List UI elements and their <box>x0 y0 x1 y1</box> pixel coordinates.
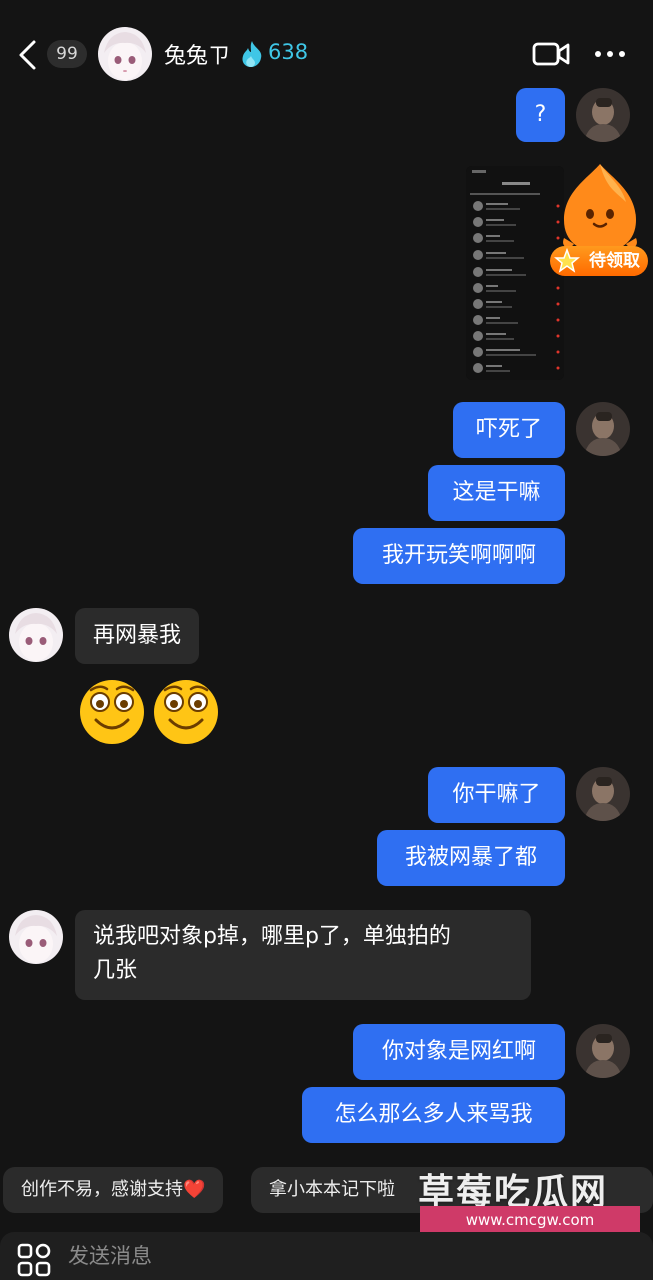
my-message-bubble[interactable]: 你干嘛了 <box>428 767 565 823</box>
video-call-icon[interactable] <box>532 38 570 70</box>
contact-name[interactable]: 兔兔ㄗ <box>164 38 230 70</box>
reward-pending-label: 待领取 <box>589 251 640 271</box>
more-options-icon[interactable] <box>590 40 630 68</box>
message-line: 说我吧对象p掉，哪里p了，单独拍的 <box>93 924 451 949</box>
my-message-bubble[interactable]: ? <box>516 88 565 142</box>
my-message-bubble[interactable]: 我被网暴了都 <box>377 830 565 886</box>
spark-count: 638 <box>268 40 309 64</box>
heart-emoji: ❤️ <box>183 1179 206 1200</box>
unread-count-badge[interactable]: 99 <box>47 40 87 68</box>
sweet-smile-emoji-icon[interactable] <box>150 674 222 746</box>
message-input[interactable] <box>68 1244 608 1268</box>
contact-avatar[interactable] <box>9 608 63 662</box>
my-message-bubble[interactable]: 吓死了 <box>453 402 565 458</box>
spark-icon <box>242 41 262 67</box>
my-avatar[interactable] <box>576 88 630 142</box>
my-avatar[interactable] <box>576 767 630 821</box>
my-message-bubble[interactable]: 怎么那么多人来骂我 <box>302 1087 565 1143</box>
my-message-bubble[interactable]: 这是干嘛 <box>428 465 565 521</box>
my-avatar[interactable] <box>576 402 630 456</box>
their-message-bubble[interactable]: 再网暴我 <box>75 608 200 664</box>
back-arrow-icon[interactable] <box>14 38 42 72</box>
quick-reply-chip[interactable]: 创作不易，感谢支持❤️ <box>3 1167 224 1213</box>
apps-grid-icon[interactable] <box>16 1242 52 1278</box>
reward-pending-tag[interactable]: 待领取 <box>550 246 648 276</box>
my-avatar[interactable] <box>576 1024 630 1078</box>
my-message-bubble[interactable]: 我开玩笑啊啊啊 <box>353 528 565 584</box>
sweet-smile-emoji-icon[interactable] <box>76 674 148 746</box>
their-message-bubble[interactable]: 说我吧对象p掉，哪里p了，单独拍的 几张 <box>75 910 531 1000</box>
watermark-url: www.cmcgw.com <box>420 1206 640 1234</box>
star-icon <box>554 248 580 273</box>
contact-avatar[interactable] <box>98 27 152 81</box>
my-message-bubble[interactable]: 你对象是网红啊 <box>353 1024 565 1080</box>
quick-reply-label: 拿小本本记下啦 <box>269 1179 395 1200</box>
contact-avatar[interactable] <box>9 910 63 964</box>
quick-reply-label: 创作不易，感谢支持 <box>21 1179 183 1200</box>
message-line: 几张 <box>93 958 138 983</box>
